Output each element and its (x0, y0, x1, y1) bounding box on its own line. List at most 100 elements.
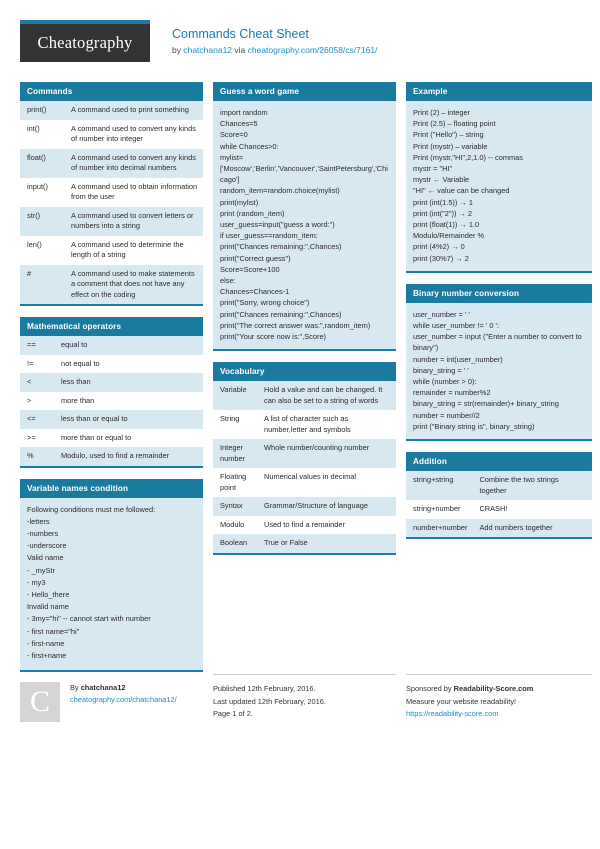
commands-table: print() A command used to print something… (20, 101, 203, 304)
cell-value: A command used to obtain information fro… (64, 177, 203, 207)
cell-value: less than or equal to (54, 410, 203, 429)
card-title-addition: Addition (406, 452, 592, 472)
cell-key: Floating point (213, 468, 257, 498)
cell-key: != (20, 354, 54, 373)
cell-key: > (20, 391, 54, 410)
cell-key: Integer number (213, 439, 257, 469)
table-row: <= less than or equal to (20, 410, 203, 429)
cell-value: Used to find a remainder (257, 515, 396, 535)
footer-author-url-line: cheatography.com/chatchana12/ (70, 694, 177, 706)
guess-word-game-code: import random Chances=5 Score=0 while Ch… (213, 101, 396, 350)
code-line: while Chances>0: (220, 141, 279, 151)
footer-author-block: C By chatchana12 cheatography.com/chatch… (20, 674, 203, 722)
cell-key: == (20, 336, 54, 355)
card-title-binary-conversion: Binary number conversion (406, 283, 592, 303)
cell-key: Boolean (213, 534, 257, 553)
footer-author-inner: C By chatchana12 cheatography.com/chatch… (20, 682, 203, 722)
code-line: print(mylist) (220, 197, 259, 207)
cell-value: more than or equal to (54, 428, 203, 447)
vocabulary-table: Variable Hold a value and can be changed.… (213, 381, 396, 553)
code-line: remainder = number%2 (413, 388, 491, 398)
card-commands: Commands print() A command used to print … (20, 82, 203, 306)
text-line: - my3 (27, 577, 46, 587)
cheatography-logo[interactable]: Cheatography (20, 20, 150, 62)
footer-author-link[interactable]: cheatography.com/chatchana12/ (70, 695, 177, 704)
card-guess-a-word-game: Guess a word game import random Chances=… (213, 82, 396, 352)
cell-value: more than (54, 391, 203, 410)
footer-sponsor-line: Sponsored by Readability-Score.com (406, 683, 592, 696)
code-line: Print ("Hello") – string (413, 130, 484, 140)
column-1: Commands print() A command used to print … (20, 82, 203, 683)
code-line: mystr = "HI" (413, 164, 453, 174)
card-example: Example Print (2) – integer Print (2.5) … (406, 82, 592, 273)
table-row: number+number Add numbers together (406, 518, 592, 538)
code-line: Score=0 (220, 130, 248, 140)
text-line: -numbers (27, 528, 59, 538)
footer-published: Published 12th February, 2016. (213, 684, 316, 693)
footer-author-text: By chatchana12 cheatography.com/chatchan… (70, 682, 177, 722)
card-title-math-operators: Mathematical operators (20, 317, 203, 336)
code-line: Print (2.5) – floating point (413, 119, 496, 129)
cell-key: number+number (406, 518, 473, 538)
footer-publish-block: Published 12th February, 2016. Last upda… (213, 674, 396, 722)
cell-value: Combine the two strings together (472, 471, 592, 501)
footer-sponsor-link[interactable]: https://readability-score.com (406, 709, 498, 718)
avatar: C (20, 682, 60, 722)
code-line: print("Your score now is:",Score) (220, 332, 327, 342)
cell-value: Hold a value and can be changed. It can … (257, 381, 396, 411)
cell-key: float() (20, 148, 64, 178)
cell-key: String (213, 410, 257, 440)
cell-key: len() (20, 235, 64, 265)
code-line: Print (2) – integer (413, 108, 471, 117)
code-line: binary_string = ' ' (413, 365, 469, 375)
header-titles: Commands Cheat Sheet by chatchana12 via … (172, 20, 377, 56)
cell-value: A command used to convert any kinds of n… (64, 148, 203, 178)
byline-prefix: by (172, 45, 184, 55)
footer-sponsor-url-line: https://readability-score.com (406, 708, 592, 721)
source-url-link[interactable]: cheatography.com/26058/cs/7161/ (248, 45, 378, 55)
table-row: string+number CRASH! (406, 500, 592, 519)
code-line: print("The correct answer was:",random_i… (220, 320, 371, 330)
text-line: Valid name (27, 553, 64, 563)
code-line: user_guess=input("guess a word:") (220, 220, 335, 230)
cell-key: Syntax (213, 497, 257, 516)
table-row: Variable Hold a value and can be changed.… (213, 381, 396, 411)
text-line: - _myStr (27, 565, 55, 575)
code-line: Score=Score+100 (220, 264, 280, 274)
table-row: > more than (20, 391, 203, 410)
code-line: Chances=Chances-1 (220, 287, 290, 297)
code-line: print (random_item) (220, 208, 285, 218)
table-row: Floating point Numerical values in decima… (213, 468, 396, 498)
footer-sponsor-tagline: Measure your website readability! (406, 696, 517, 706)
cell-value: A command used to print something (64, 101, 203, 120)
logo-text: Cheatography (37, 33, 133, 52)
card-title-guess-word-game: Guess a word game (213, 82, 396, 101)
table-row: Integer number Whole number/counting numb… (213, 439, 396, 469)
cell-key: string+string (406, 471, 473, 501)
table-row: string+string Combine the two strings tog… (406, 471, 592, 501)
code-line: Print (mystr,"HI",2,1.0) -- commas (413, 152, 523, 162)
code-line: Print (mystr) – variable (413, 141, 488, 151)
variable-names-body: Following conditions must me followed: -… (20, 497, 203, 671)
page-footer: C By chatchana12 cheatography.com/chatch… (20, 666, 592, 722)
cell-value: A command used to convert any kinds of n… (64, 119, 203, 149)
code-line: while (number > 0): (413, 377, 477, 387)
code-line: else: (220, 276, 236, 286)
cheat-sheet-page: Cheatography Commands Cheat Sheet by cha… (0, 0, 600, 849)
addition-table: string+string Combine the two strings tog… (406, 471, 592, 538)
cell-key: Modulo (213, 515, 257, 535)
table-row: String A list of character such as number… (213, 410, 396, 440)
table-row: input() A command used to obtain informat… (20, 177, 203, 207)
cell-key: # (20, 264, 64, 304)
table-row: Boolean True or False (213, 534, 396, 553)
cell-key: % (20, 447, 54, 466)
code-line: print("Chances remaining:",Chances) (220, 242, 342, 252)
page-title: Commands Cheat Sheet (172, 27, 309, 41)
footer-by-label: By (70, 683, 81, 692)
cell-key: <= (20, 410, 54, 429)
cell-key: Variable (213, 381, 257, 411)
code-line: user_number = input ("Enter a number to … (413, 332, 582, 353)
code-line: print("Sorry, wrong choice") (220, 298, 310, 308)
card-binary-number-conversion: Binary number conversion user_number = '… (406, 283, 592, 442)
author-link[interactable]: chatchana12 (183, 45, 232, 55)
